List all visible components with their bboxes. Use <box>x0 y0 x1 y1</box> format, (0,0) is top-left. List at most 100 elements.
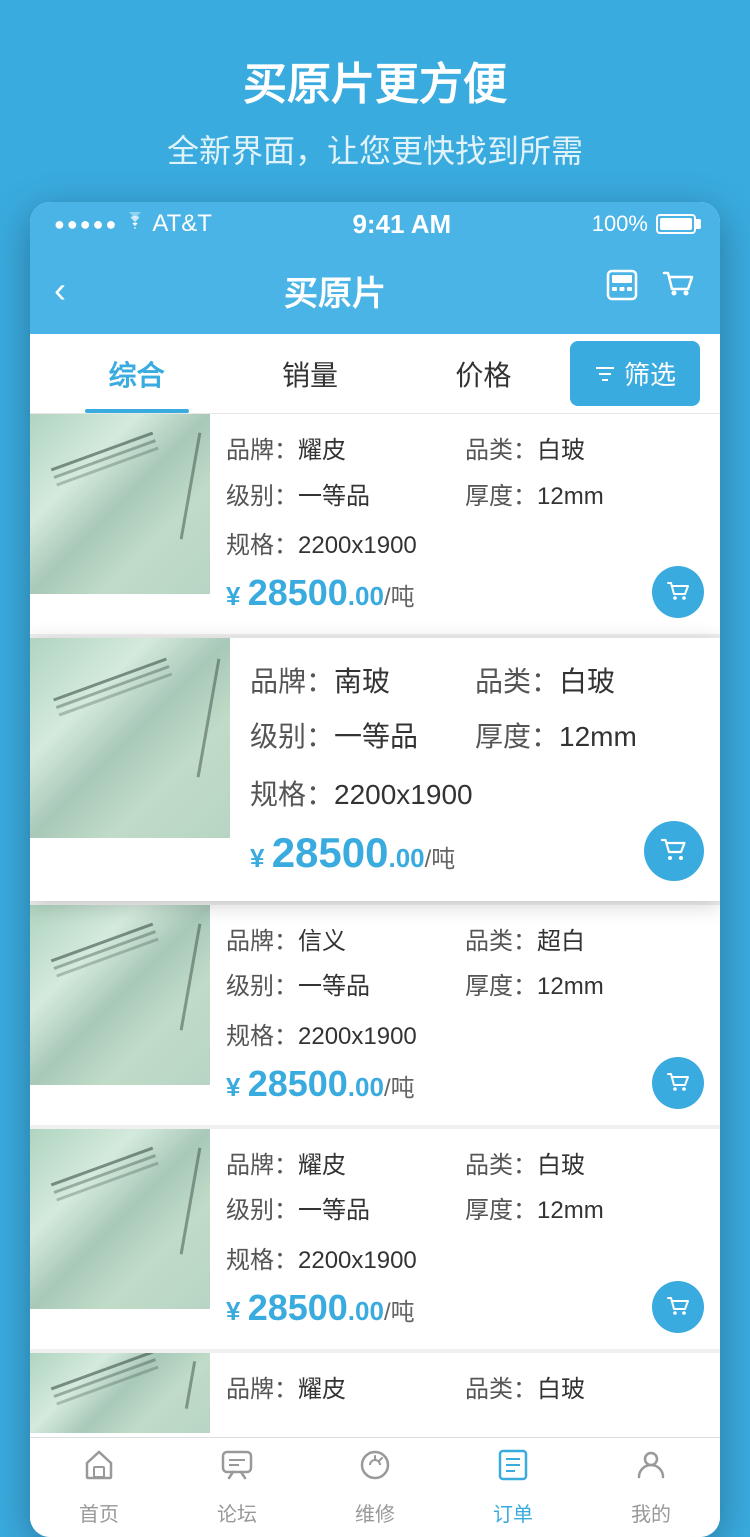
grade-col: 级别：一等品 <box>226 970 465 1004</box>
back-button[interactable]: ‹ <box>54 269 66 311</box>
grade-col: 级别：一等品 <box>226 1194 465 1228</box>
product-image <box>30 414 210 594</box>
product-info: 品牌：信义 品类：超白 级别：一等品 厚度：12mm 规格：2200x1900 <box>210 905 720 1125</box>
product-image <box>30 1129 210 1309</box>
tab-forum-label: 论坛 <box>217 1498 257 1527</box>
calculator-icon[interactable] <box>604 267 640 313</box>
spec-row: 规格：2200x1900 <box>226 525 704 560</box>
info-row-brand-category: 品牌：耀皮 品类：白玻 <box>226 1149 704 1183</box>
app-header: 买原片更方便 全新界面，让您更快找到所需 <box>0 0 750 202</box>
price: ¥ 28500.00/吨 <box>226 1287 415 1329</box>
brand-col: 品牌：耀皮 <box>226 1373 465 1407</box>
product-info: 品牌：耀皮 品类：白玻 级别：一等品 厚度：12mm 规格：2200x1900 <box>210 1129 720 1349</box>
status-time: 9:41 AM <box>352 209 451 240</box>
info-row-grade-thickness: 级别：一等品 厚度：12mm <box>250 717 700 756</box>
filter-button[interactable]: 筛选 <box>570 341 700 406</box>
category-col: 品类：白玻 <box>465 1373 704 1407</box>
list-item: 品牌：耀皮 品类：白玻 <box>30 1353 720 1433</box>
brand-col: 品牌：信义 <box>226 925 465 959</box>
info-row-brand-category: 品牌：南玻 品类：白玻 <box>250 662 700 701</box>
status-bar: ●●●●● AT&T 9:41 AM 100% <box>30 202 720 246</box>
list-item: 品牌：信义 品类：超白 级别：一等品 厚度：12mm 规格：2200x1900 <box>30 905 720 1125</box>
brand-col: 品牌：耀皮 <box>226 434 465 468</box>
price-row: ¥ 28500.00/吨 <box>226 572 704 614</box>
tab-home-label: 首页 <box>79 1498 119 1527</box>
list-item: 品牌：耀皮 品类：白玻 级别：一等品 厚度：12mm 规格：2200x1900 <box>30 1129 720 1349</box>
price: ¥ 28500.00/吨 <box>250 829 455 877</box>
add-to-cart-button[interactable] <box>652 566 704 618</box>
thickness-col: 厚度：12mm <box>465 480 704 514</box>
tab-bar: 首页 论坛 <box>30 1437 720 1537</box>
tab-order-label: 订单 <box>493 1498 533 1527</box>
price-row: ¥ 28500.00/吨 <box>250 829 700 877</box>
wifi-icon <box>124 212 146 236</box>
status-right: 100% <box>592 211 696 237</box>
category-col: 品类：白玻 <box>465 434 704 468</box>
product-list: 品牌：耀皮 品类：白玻 级别：一等品 厚度：12mm 规格：2200x1900 <box>30 414 720 1433</box>
order-icon <box>495 1447 531 1492</box>
cart-icon[interactable] <box>660 267 696 313</box>
brand-col: 品牌：耀皮 <box>226 1149 465 1183</box>
category-col: 品类：白玻 <box>475 662 700 701</box>
info-row-grade-thickness: 级别：一等品 厚度：12mm <box>226 1194 704 1228</box>
price-row: ¥ 28500.00/吨 <box>226 1287 704 1329</box>
thickness-col: 厚度：12mm <box>475 717 700 756</box>
price: ¥ 28500.00/吨 <box>226 572 415 614</box>
info-row-brand-category: 品牌：耀皮 品类：白玻 <box>226 1373 704 1407</box>
product-image-highlighted <box>30 638 230 838</box>
grade-col: 级别：一等品 <box>250 717 475 756</box>
tab-profile[interactable]: 我的 <box>582 1438 720 1537</box>
spec-row: 规格：2200x1900 <box>226 1016 704 1051</box>
nav-bar: ‹ 买原片 <box>30 246 720 334</box>
tab-repair[interactable]: 维修 <box>306 1438 444 1537</box>
tab-forum[interactable]: 论坛 <box>168 1438 306 1537</box>
info-row-grade-thickness: 级别：一等品 厚度：12mm <box>226 480 704 514</box>
info-row-brand-category: 品牌：信义 品类：超白 <box>226 925 704 959</box>
product-image-partial <box>30 1353 210 1433</box>
spec-row: 规格：2200x1900 <box>226 1240 704 1275</box>
signal-dots: ●●●●● <box>54 214 118 235</box>
thickness-col: 厚度：12mm <box>465 970 704 1004</box>
add-to-cart-button[interactable] <box>652 1057 704 1109</box>
forum-icon <box>219 1447 255 1492</box>
battery-icon <box>656 214 696 234</box>
price-row: ¥ 28500.00/吨 <box>226 1063 704 1105</box>
thickness-col: 厚度：12mm <box>465 1194 704 1228</box>
app-title: 买原片更方便 <box>40 48 710 112</box>
product-info-partial: 品牌：耀皮 品类：白玻 <box>210 1353 720 1433</box>
add-to-cart-button[interactable] <box>644 821 704 881</box>
battery-fill <box>660 218 692 230</box>
tab-price[interactable]: 价格 <box>397 334 570 413</box>
product-info-highlighted: 品牌：南玻 品类：白玻 级别：一等品 厚度：12mm 规格：2200x1900 <box>230 638 720 900</box>
info-row-grade-thickness: 级别：一等品 厚度：12mm <box>226 970 704 1004</box>
tab-home[interactable]: 首页 <box>30 1438 168 1537</box>
brand-col: 品牌：南玻 <box>250 662 475 701</box>
carrier-label: AT&T <box>152 210 212 238</box>
add-to-cart-button[interactable] <box>652 1281 704 1333</box>
tab-repair-label: 维修 <box>355 1498 395 1527</box>
page-title: 买原片 <box>284 266 386 315</box>
list-item: 品牌：耀皮 品类：白玻 级别：一等品 厚度：12mm 规格：2200x1900 <box>30 414 720 634</box>
product-image <box>30 905 210 1085</box>
category-col: 品类：白玻 <box>465 1149 704 1183</box>
profile-icon <box>633 1447 669 1492</box>
tab-order[interactable]: 订单 <box>444 1438 582 1537</box>
app-subtitle: 全新界面，让您更快找到所需 <box>40 126 710 172</box>
home-icon <box>81 1447 117 1492</box>
glass-visual <box>30 1353 210 1433</box>
spec-row: 规格：2200x1900 <box>250 773 700 813</box>
status-left: ●●●●● AT&T <box>54 210 212 238</box>
tab-comprehensive[interactable]: 综合 <box>50 334 223 413</box>
filter-bar: 综合 销量 价格 筛选 <box>30 334 720 414</box>
battery-percent: 100% <box>592 211 648 237</box>
info-row-brand-category: 品牌：耀皮 品类：白玻 <box>226 434 704 468</box>
glass-visual <box>30 414 210 594</box>
tab-sales[interactable]: 销量 <box>223 334 396 413</box>
category-col: 品类：超白 <box>465 925 704 959</box>
glass-visual <box>30 638 230 838</box>
phone-frame: ●●●●● AT&T 9:41 AM 100% ‹ 买原片 <box>30 202 720 1537</box>
repair-icon <box>357 1447 393 1492</box>
product-info: 品牌：耀皮 品类：白玻 级别：一等品 厚度：12mm 规格：2200x1900 <box>210 414 720 634</box>
tab-profile-label: 我的 <box>631 1498 671 1527</box>
glass-visual <box>30 1129 210 1309</box>
